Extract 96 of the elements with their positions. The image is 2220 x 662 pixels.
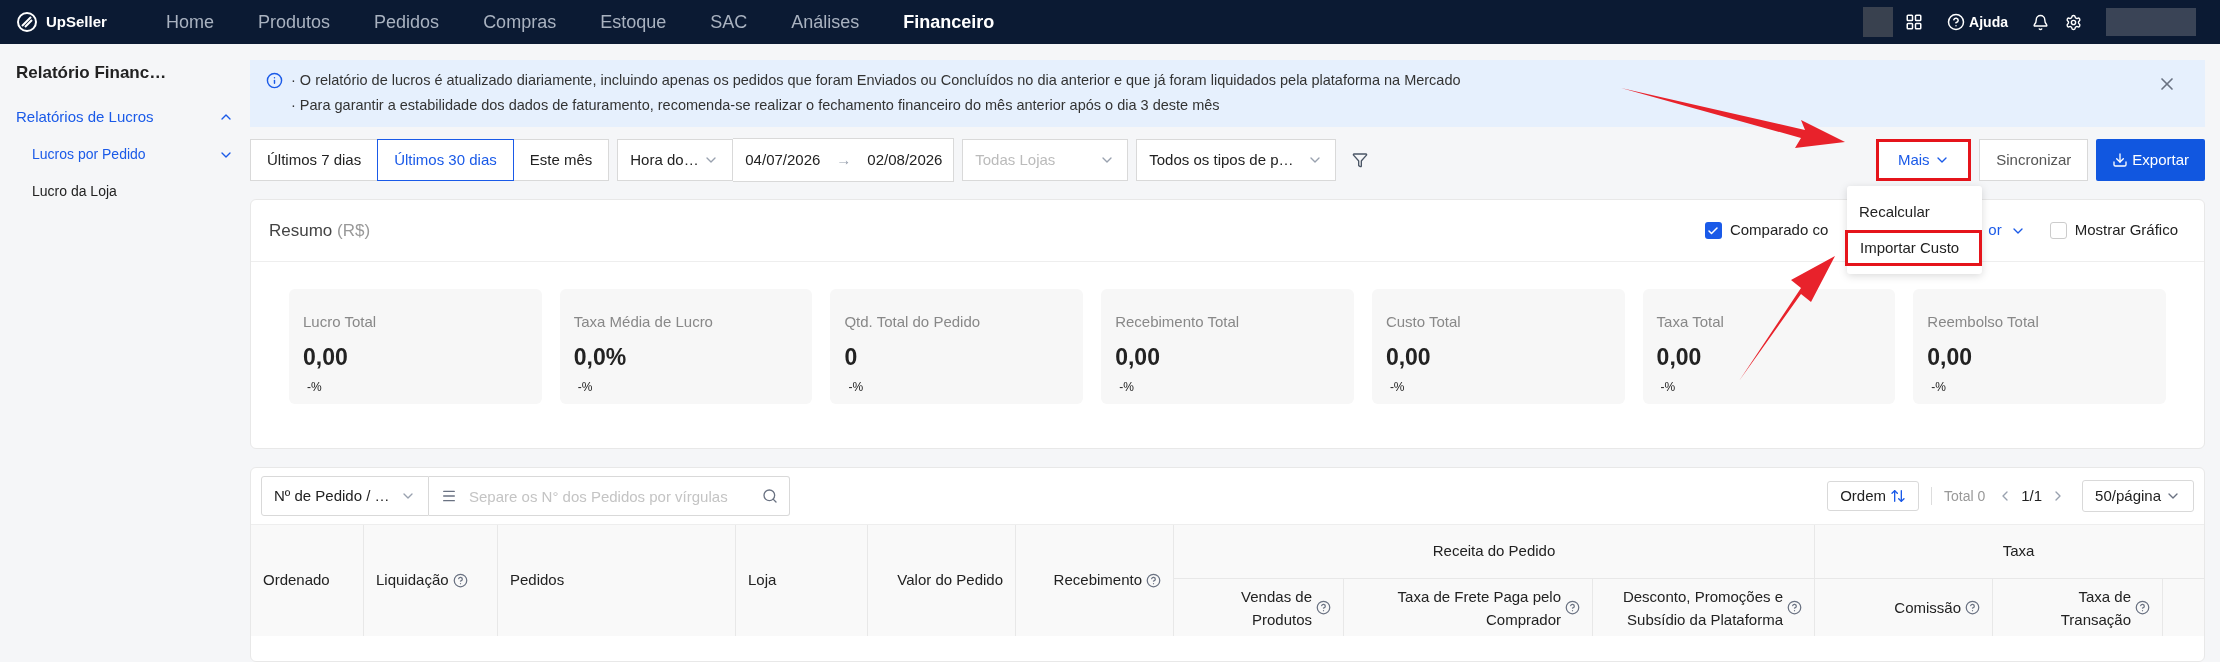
order-search-field[interactable]: Separe os N° dos Pedidos por vírgulas bbox=[429, 476, 790, 516]
stat-label: Taxa Média de Lucro bbox=[573, 312, 714, 332]
time-type-select[interactable]: Hora do… bbox=[617, 139, 734, 181]
settings-icon[interactable] bbox=[2065, 13, 2082, 31]
menu-item[interactable]: Recalcular bbox=[1847, 194, 1982, 230]
column-header: Comissão bbox=[1815, 579, 1993, 636]
notice-text: · O relatório de lucros é atualizado diariamente, incluindo apenas os pedidos que foram Enviados ou Concluídos no dia anterior e que já foram liquidados pela plataforma na Mercado bbox=[291, 71, 1461, 90]
logo-text: UpSeller bbox=[46, 11, 107, 32]
range-tab[interactable]: Últimos 30 dias bbox=[377, 139, 514, 181]
column-header: Valor do Pedido bbox=[868, 525, 1016, 636]
column-header: Vendas de Produtos bbox=[1174, 579, 1344, 636]
notice-text: · Para garantir a estabilidade dos dados de faturamento, recomenda-se realizar o fechamento financeiro do mês anterior após o dia 3 deste mês bbox=[291, 95, 1221, 115]
stat-label: Custo Total bbox=[1385, 312, 1462, 332]
logo-icon bbox=[16, 11, 38, 33]
avatar-placeholder bbox=[1863, 7, 1894, 37]
column-header: Ordenado bbox=[251, 525, 364, 636]
stat-change: -% bbox=[1660, 379, 1677, 396]
column-header: Taxa de Transação bbox=[1993, 579, 2163, 636]
help-icon bbox=[2135, 600, 2150, 615]
summary-title: Resumo (R$) bbox=[269, 219, 371, 242]
chart-label: Mostrar Gráfico bbox=[2074, 220, 2178, 241]
help-icon bbox=[1565, 600, 1580, 615]
nav-item[interactable]: Financeiro bbox=[903, 8, 995, 36]
nav-item[interactable]: Análises bbox=[791, 8, 860, 36]
sidebar-item[interactable]: Lucros por Pedido bbox=[16, 144, 234, 165]
stat-label: Reembolso Total bbox=[1927, 312, 2040, 332]
page-indicator: 1/1 bbox=[2021, 485, 2043, 506]
download-icon bbox=[2112, 152, 2129, 168]
stat-value: 0,00 bbox=[1115, 342, 1161, 372]
info-icon bbox=[266, 72, 283, 89]
export-button[interactable]: Exportar bbox=[2096, 139, 2205, 181]
column-header: Liquidação bbox=[364, 525, 498, 636]
stat-value: 0,00 bbox=[303, 342, 349, 372]
date-from[interactable]: 04/07/2026 bbox=[745, 148, 821, 172]
sidebar-group[interactable]: Relatórios de Lucros bbox=[16, 105, 234, 128]
stat-label: Qtd. Total do Pedido bbox=[844, 312, 982, 332]
stat-label: Lucro Total bbox=[303, 312, 378, 332]
range-tab[interactable]: Este mês bbox=[512, 139, 610, 181]
order-type-select[interactable]: Todos os tipos de p… bbox=[1136, 139, 1337, 181]
help-icon bbox=[1965, 600, 1980, 615]
date-separator: → bbox=[836, 149, 852, 170]
filter-icon[interactable] bbox=[1352, 152, 1369, 168]
compare-checkbox[interactable] bbox=[1704, 222, 1722, 239]
compare-select[interactable]: or bbox=[1988, 219, 2026, 242]
chart-checkbox[interactable] bbox=[2049, 222, 2067, 239]
apps-icon[interactable] bbox=[1905, 13, 1924, 31]
stat-value: 0,00 bbox=[1927, 342, 1974, 372]
stat-change: -% bbox=[577, 379, 594, 396]
date-to[interactable]: 02/08/2026 bbox=[867, 148, 943, 172]
group-header: Receita do Pedido bbox=[1174, 525, 1814, 579]
sync-button[interactable]: Sincronizar bbox=[1979, 139, 2089, 181]
help-icon bbox=[1947, 13, 1966, 31]
column-header: Desconto, Promoções e Subsídio da Plataforma bbox=[1593, 579, 1815, 636]
sidebar-item[interactable]: Lucro da Loja bbox=[16, 181, 234, 202]
stat-value: 0,00 bbox=[1385, 342, 1432, 372]
nav-item[interactable]: Home bbox=[166, 8, 214, 36]
help-link[interactable]: Ajuda bbox=[1969, 11, 2008, 33]
date-range-field[interactable]: 04/07/2026 → 02/08/2026 bbox=[733, 138, 955, 182]
stat-label: Recebimento Total bbox=[1115, 312, 1241, 332]
stat-change: -% bbox=[307, 379, 323, 396]
sidebar-title: Relatório Financ… bbox=[16, 62, 168, 84]
menu-item[interactable]: Importar Custo bbox=[1845, 230, 1982, 266]
help-icon bbox=[452, 573, 468, 588]
stat-change: -% bbox=[1931, 379, 1947, 396]
compare-label: Comparado co bbox=[1729, 220, 1829, 241]
group-header: Taxa bbox=[1815, 525, 2204, 579]
search-type-select[interactable]: Nº de Pedido / … bbox=[261, 476, 429, 516]
check-icon bbox=[1707, 224, 1720, 237]
nav-item[interactable]: Produtos bbox=[258, 8, 331, 36]
help-icon bbox=[1146, 573, 1161, 588]
column-header: Taxa de Frete Paga pelo Comprador bbox=[1344, 579, 1593, 636]
total-count: Total 0 bbox=[1944, 486, 1986, 506]
column-header: Recebimento bbox=[1016, 525, 1174, 636]
column-header: Loja bbox=[736, 525, 868, 636]
help-icon bbox=[1316, 600, 1331, 615]
stat-change: -% bbox=[1389, 379, 1406, 396]
stat-label: Taxa Total bbox=[1656, 312, 1725, 332]
nav-item[interactable]: Compras bbox=[483, 8, 557, 36]
stat-value: 0,00 bbox=[1656, 342, 1703, 372]
nav-item[interactable]: Estoque bbox=[600, 8, 667, 36]
stat-value: 0,0% bbox=[573, 342, 628, 372]
search-icon[interactable] bbox=[762, 488, 778, 504]
stat-change: -% bbox=[848, 379, 865, 396]
help-icon bbox=[1787, 600, 1802, 615]
sort-icon bbox=[1890, 488, 1906, 504]
stat-change: -% bbox=[1119, 379, 1135, 396]
range-tab[interactable]: Últimos 7 dias bbox=[250, 139, 379, 181]
list-icon bbox=[441, 488, 457, 504]
page-size-select[interactable]: 50/página bbox=[2082, 480, 2194, 512]
bell-icon[interactable] bbox=[2032, 13, 2049, 31]
nav-item[interactable]: SAC bbox=[710, 8, 748, 36]
nav-item[interactable]: Pedidos bbox=[374, 8, 440, 36]
column-header: Pedidos bbox=[498, 525, 736, 636]
stat-value: 0 bbox=[844, 342, 859, 372]
more-button[interactable]: Mais bbox=[1876, 139, 1972, 181]
sort-button[interactable]: Ordem bbox=[1827, 481, 1919, 511]
